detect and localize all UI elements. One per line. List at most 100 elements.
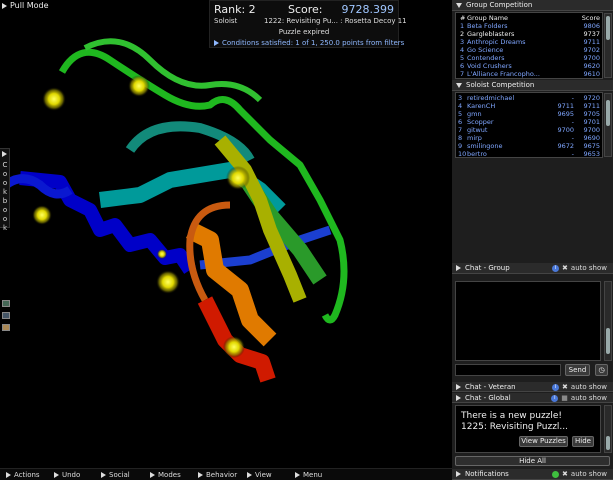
- protein-model[interactable]: [0, 0, 452, 468]
- menu-actions[interactable]: Actions: [6, 471, 40, 479]
- scroll-thumb[interactable]: [606, 16, 610, 40]
- glow-marker[interactable]: [223, 336, 245, 358]
- glow-marker[interactable]: [226, 166, 250, 190]
- group-scrollbar[interactable]: [604, 13, 612, 78]
- menu-arrow-icon: [101, 472, 106, 478]
- soloist-row[interactable]: 6 Scopper - 9701: [458, 118, 600, 126]
- scroll-thumb[interactable]: [606, 100, 610, 126]
- soloist-row[interactable]: 9 smilingone 9672 9675: [458, 142, 600, 150]
- row-num: 5: [460, 54, 465, 62]
- row-score-a: 9695: [557, 110, 574, 118]
- group-row[interactable]: 1 Beta Folders 9806: [458, 22, 600, 30]
- chat-group-log[interactable]: [455, 281, 601, 361]
- row-num: 3: [458, 94, 463, 102]
- menu-label: Undo: [62, 471, 81, 479]
- row-num: 9: [458, 142, 463, 150]
- soloist-row[interactable]: 4 KarenCH 9711 9711: [458, 102, 600, 110]
- expand-arrow-icon: [456, 383, 461, 390]
- group-row[interactable]: 4 Go Science 9702: [458, 46, 600, 54]
- menu-arrow-icon: [198, 472, 203, 478]
- green-loop: [58, 48, 348, 324]
- info-icon[interactable]: i: [551, 394, 559, 402]
- row-num: 10: [458, 150, 467, 158]
- soloist-row[interactable]: 5 gmn 9695 9705: [458, 110, 600, 118]
- menu-undo[interactable]: Undo: [54, 471, 80, 479]
- auto-show-label[interactable]: auto show: [571, 394, 607, 402]
- row-num: 2: [460, 30, 465, 38]
- hide-all-button[interactable]: Hide All: [455, 456, 610, 466]
- close-icon[interactable]: ✖: [562, 264, 568, 272]
- menu-arrow-icon: [54, 472, 59, 478]
- info-icon[interactable]: i: [552, 264, 560, 272]
- notification-scrollbar[interactable]: [604, 405, 612, 453]
- info-icon[interactable]: i: [552, 383, 560, 391]
- soloist-row[interactable]: 10 bertro - 9653: [458, 150, 600, 158]
- soloist-competition-header[interactable]: Soloist Competition: [452, 80, 613, 91]
- checkbox-icon[interactable]: ■: [561, 394, 568, 402]
- row-num: 6: [458, 118, 463, 126]
- send-button[interactable]: Send: [565, 364, 590, 376]
- glow-marker[interactable]: [157, 249, 167, 259]
- pull-mode-toggle[interactable]: Pull Mode: [2, 1, 49, 10]
- chat-global-header[interactable]: Chat - Global i ■ auto show: [452, 393, 613, 403]
- clock-icon[interactable]: ◷: [595, 364, 608, 376]
- row-score-b: 9701: [583, 118, 600, 126]
- row-player-name: gmn: [467, 110, 482, 118]
- menu-view[interactable]: View: [247, 471, 272, 479]
- group-competition-header[interactable]: Group Competition: [452, 0, 613, 11]
- collapse-arrow-icon: [456, 2, 462, 8]
- row-score-a: 9700: [557, 126, 574, 134]
- menu-label: View: [255, 471, 272, 479]
- chat-group-header[interactable]: Chat - Group i ✖ auto show: [452, 263, 613, 274]
- scroll-thumb[interactable]: [606, 328, 610, 354]
- glow-marker[interactable]: [42, 87, 66, 111]
- group-row[interactable]: 5 Contenders 9700: [458, 54, 600, 62]
- soloist-row[interactable]: 3 retiredmichael - 9720: [458, 94, 600, 102]
- role-label: Soloist: [214, 17, 238, 25]
- group-row[interactable]: 6 Void Crushers 9620: [458, 62, 600, 70]
- chat-group-scrollbar[interactable]: [604, 281, 612, 361]
- row-score: 9700: [583, 54, 600, 62]
- row-score-b: 9690: [583, 134, 600, 142]
- menu-menu[interactable]: Menu: [295, 471, 322, 479]
- group-row[interactable]: 3 Anthropic Dreams 9711: [458, 38, 600, 46]
- glow-marker[interactable]: [32, 205, 52, 225]
- notes-icon[interactable]: [2, 324, 10, 331]
- row-player-name: KarenCH: [467, 102, 496, 110]
- menu-behavior[interactable]: Behavior: [198, 471, 237, 479]
- row-player-name: smilingone: [467, 142, 503, 150]
- row-score: 9737: [583, 30, 600, 38]
- menu-modes[interactable]: Modes: [150, 471, 181, 479]
- auto-show-label[interactable]: auto show: [571, 383, 607, 391]
- chat-veteran-header[interactable]: Chat - Veteran i ✖ auto show: [452, 382, 613, 392]
- scroll-thumb[interactable]: [606, 436, 610, 450]
- glow-marker[interactable]: [156, 270, 180, 294]
- group-row[interactable]: 2 Gargleblasters 9737: [458, 30, 600, 38]
- close-icon[interactable]: ✖: [562, 470, 568, 478]
- hide-button[interactable]: Hide: [572, 436, 594, 447]
- group-row[interactable]: 7 L'Alliance Francopho... 9610: [458, 70, 600, 78]
- auto-show-label[interactable]: auto show: [571, 470, 607, 478]
- panel-spacer: [452, 160, 613, 262]
- chat-input[interactable]: [455, 364, 561, 376]
- auto-show-label[interactable]: auto show: [571, 264, 607, 272]
- recipe-icon[interactable]: [2, 300, 10, 307]
- notifications-header[interactable]: Notifications ✖ auto show: [452, 469, 613, 480]
- row-score-b: 9705: [583, 110, 600, 118]
- close-icon[interactable]: ✖: [562, 383, 568, 391]
- soloist-scrollbar[interactable]: [604, 93, 612, 157]
- protein-viewport[interactable]: Pull Mode Rank: 2 Score: 9728.399 Solois…: [0, 0, 452, 468]
- conditions-toggle[interactable]: Conditions satisfied: 1 of 1, 250.0 poin…: [214, 39, 404, 47]
- chat-veteran-title: Chat - Veteran: [465, 382, 516, 391]
- menu-social[interactable]: Social: [101, 471, 130, 479]
- soloist-row[interactable]: 8 mirp - 9690: [458, 134, 600, 142]
- row-score: 9620: [583, 62, 600, 70]
- view-puzzles-button[interactable]: View Puzzles: [519, 436, 568, 447]
- soloist-row[interactable]: 7 gitwut 9700 9700: [458, 126, 600, 134]
- row-score-a: -: [571, 118, 574, 126]
- cookbook-tab[interactable]: Cookbook: [0, 148, 10, 232]
- row-group-name: L'Alliance Francopho...: [467, 70, 540, 78]
- row-group-name: Anthropic Dreams: [467, 38, 526, 46]
- cookbook-folder-icon[interactable]: [2, 312, 10, 319]
- glow-marker[interactable]: [128, 75, 150, 97]
